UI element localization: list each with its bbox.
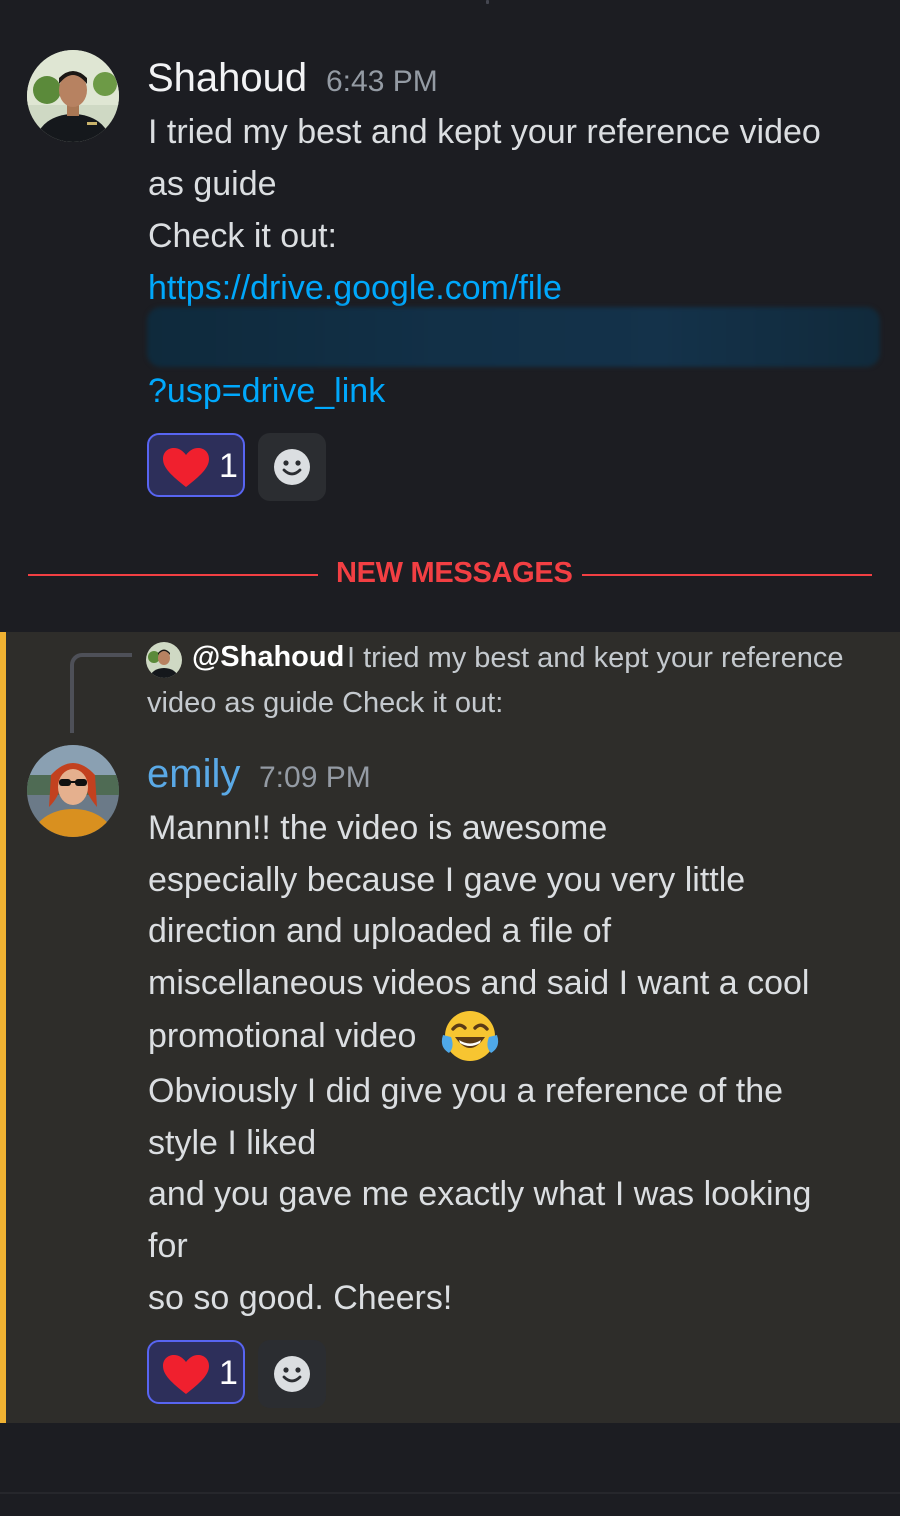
reply-preview-text[interactable]: video as guide Check it out: bbox=[147, 687, 503, 720]
new-messages-label: NEW MESSAGES bbox=[336, 557, 573, 589]
smiley-icon bbox=[274, 449, 310, 485]
reply-preview-text[interactable]: I tried my best and kept your reference bbox=[347, 642, 843, 675]
heart-icon bbox=[163, 448, 209, 487]
author-name[interactable]: Shahoud bbox=[147, 56, 307, 101]
reply-avatar[interactable] bbox=[146, 642, 182, 678]
heart-icon bbox=[163, 1355, 209, 1394]
message-line: as guide bbox=[148, 165, 277, 203]
timestamp: 6:43 PM bbox=[326, 65, 438, 98]
timestamp: 7:09 PM bbox=[259, 761, 371, 794]
message-line: so so good. Cheers! bbox=[148, 1279, 453, 1317]
message-line: miscellaneous videos and said I want a c… bbox=[148, 964, 810, 1002]
reply-author[interactable]: @Shahoud bbox=[192, 641, 344, 674]
message-line: Mannn!! the video is awesome bbox=[148, 809, 608, 847]
drive-link-suffix[interactable]: ?usp=drive_link bbox=[148, 365, 385, 417]
new-messages-divider: NEW MESSAGES bbox=[0, 555, 900, 595]
top-sliver bbox=[0, 0, 900, 6]
heart-reaction-button[interactable]: 1 bbox=[147, 433, 245, 497]
smiley-icon bbox=[274, 1356, 310, 1392]
add-reaction-button[interactable] bbox=[258, 433, 326, 501]
avatar[interactable] bbox=[27, 50, 119, 142]
add-reaction-button[interactable] bbox=[258, 1340, 326, 1408]
message-line: direction and uploaded a file of bbox=[148, 912, 612, 950]
message-line: I tried my best and kept your reference … bbox=[148, 113, 821, 151]
chat-view: Shahoud 6:43 PM I tried my best and kept… bbox=[0, 0, 900, 1516]
message-line: Check it out: bbox=[148, 217, 337, 255]
message-line: for bbox=[148, 1227, 188, 1265]
message-line: promotional video bbox=[148, 1017, 417, 1055]
message-line: Obviously I did give you a reference of … bbox=[148, 1072, 784, 1110]
reply-spine bbox=[70, 653, 132, 733]
message-line: especially because I gave you very littl… bbox=[148, 861, 746, 899]
joy-emoji-icon bbox=[441, 1011, 499, 1061]
message-line: and you gave me exactly what I was looki… bbox=[148, 1175, 812, 1213]
author-name[interactable]: emily bbox=[147, 752, 240, 797]
redacted-link-segment[interactable] bbox=[147, 307, 880, 367]
message-line: style I liked bbox=[148, 1124, 317, 1162]
reaction-count: 1 bbox=[219, 447, 238, 485]
heart-reaction-button[interactable]: 1 bbox=[147, 1340, 245, 1404]
avatar[interactable] bbox=[27, 745, 119, 837]
composer-top-border bbox=[0, 1492, 900, 1494]
reaction-count: 1 bbox=[219, 1354, 238, 1392]
mention-bar bbox=[0, 632, 6, 1423]
